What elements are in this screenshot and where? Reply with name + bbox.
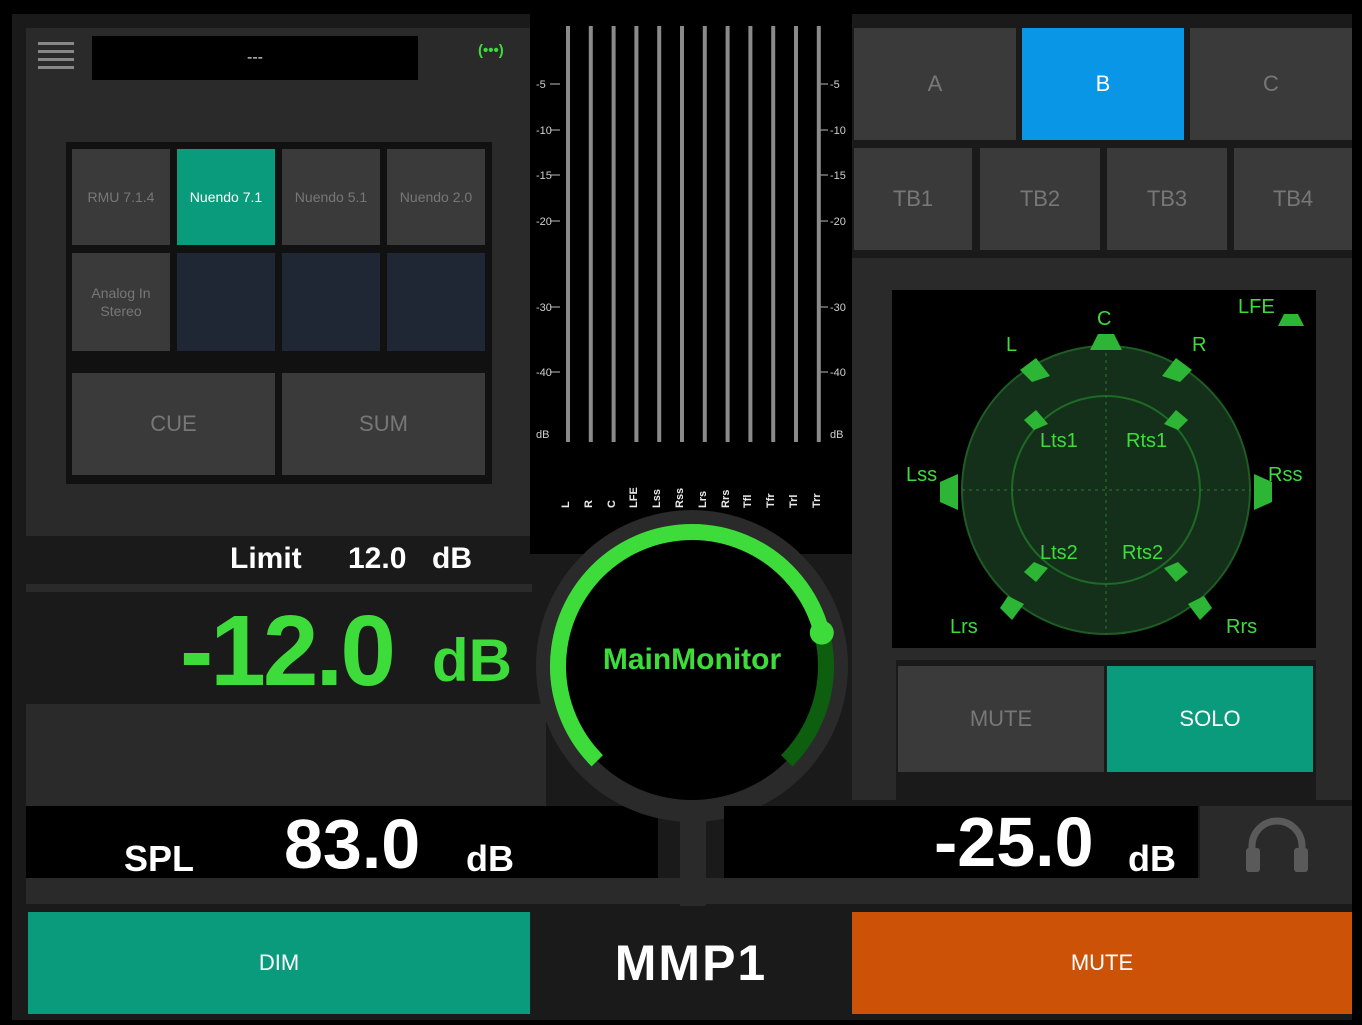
- meter-channel-label: C: [605, 500, 618, 508]
- spl-value: 83.0: [284, 805, 421, 883]
- brand-logo: MMP1: [614, 935, 768, 991]
- speaker-set-a[interactable]: A: [854, 28, 1016, 140]
- preset-name-field[interactable]: ---: [92, 36, 418, 80]
- source-slot-empty[interactable]: [387, 253, 485, 351]
- source-rmu-714[interactable]: RMU 7.1.4: [72, 149, 170, 245]
- talkback-2[interactable]: TB2: [980, 148, 1100, 250]
- talkback-3[interactable]: TB3: [1107, 148, 1227, 250]
- spl-base: [26, 878, 680, 904]
- speaker-map-graphic: [940, 314, 1304, 635]
- speaker-rss[interactable]: Rss: [1268, 464, 1302, 487]
- source-analog-in-stereo[interactable]: Analog In Stereo: [72, 253, 170, 351]
- meter-channel-label: Lrs: [696, 490, 709, 508]
- headphones-icon: [1246, 817, 1308, 872]
- divider: [26, 584, 532, 592]
- speaker-rrs[interactable]: Rrs: [1226, 616, 1257, 639]
- meter-channel-label: Tfr: [765, 493, 778, 508]
- meter-channel-label: Trl: [788, 494, 800, 508]
- cue-button[interactable]: CUE: [72, 373, 275, 475]
- meter-channel-label: Rrs: [719, 489, 732, 508]
- connection-icon: (•••): [478, 42, 504, 59]
- speaker-set-b[interactable]: B: [1022, 28, 1184, 140]
- source-slot-empty[interactable]: [177, 253, 275, 351]
- panel-edge: [852, 660, 896, 800]
- speaker-mute-button[interactable]: MUTE: [898, 666, 1104, 772]
- spl-label: SPL: [124, 838, 195, 879]
- dim-button[interactable]: DIM: [28, 912, 530, 1014]
- source-slot-empty[interactable]: [282, 253, 380, 351]
- phones-level-unit: dB: [1128, 838, 1176, 879]
- phones-level-value: -25.0: [934, 803, 1094, 881]
- speaker-lfe[interactable]: LFE: [1238, 296, 1275, 319]
- meter-channel-label: Trr: [810, 493, 823, 508]
- speaker-rts1[interactable]: Rts1: [1126, 430, 1167, 453]
- speaker-lrs[interactable]: Lrs: [950, 616, 978, 639]
- meter-channel-label: Lss: [651, 489, 664, 508]
- speaker-lss[interactable]: Lss: [906, 464, 937, 487]
- sum-button[interactable]: SUM: [282, 373, 485, 475]
- meter-channel-label: LFE: [628, 487, 641, 508]
- speaker-c[interactable]: C: [1097, 308, 1111, 331]
- speaker-lts2[interactable]: Lts2: [1040, 542, 1078, 565]
- speaker-l[interactable]: L: [1006, 334, 1017, 357]
- limit-label: Limit: [230, 542, 302, 575]
- limit-value: 12.0: [348, 542, 407, 575]
- main-level-value: -12.0: [180, 595, 396, 707]
- meter-channel-labels: L R C LFE Lss Rss Lrs Rrs Tfl Tfr Trl Trr: [530, 0, 852, 520]
- limit-unit: dB: [432, 542, 472, 575]
- speaker-lts1[interactable]: Lts1: [1040, 430, 1078, 453]
- meter-channel-label: Rss: [674, 487, 686, 508]
- knob-label: MainMonitor: [602, 643, 782, 676]
- spl-unit: dB: [466, 838, 514, 879]
- source-nuendo-51[interactable]: Nuendo 5.1: [282, 149, 380, 245]
- speaker-r[interactable]: R: [1192, 334, 1206, 357]
- menu-icon[interactable]: [38, 38, 74, 69]
- main-mute-button[interactable]: MUTE: [852, 912, 1352, 1014]
- phones-base: [706, 878, 1352, 904]
- speaker-solo-button[interactable]: SOLO: [1107, 666, 1313, 772]
- speaker-rts2[interactable]: Rts2: [1122, 542, 1163, 565]
- source-nuendo-71[interactable]: Nuendo 7.1: [177, 149, 275, 245]
- talkback-4[interactable]: TB4: [1234, 148, 1352, 250]
- talkback-1[interactable]: TB1: [854, 148, 972, 250]
- level-panel: [26, 704, 546, 806]
- panel-edge: [1316, 660, 1352, 800]
- meter-channel-label: L: [560, 501, 572, 508]
- source-nuendo-20[interactable]: Nuendo 2.0: [387, 149, 485, 245]
- speaker-set-c[interactable]: C: [1190, 28, 1352, 140]
- meter-channel-label: R: [582, 500, 595, 508]
- main-level-unit: dB: [432, 627, 512, 694]
- meter-channel-label: Tfl: [742, 494, 755, 508]
